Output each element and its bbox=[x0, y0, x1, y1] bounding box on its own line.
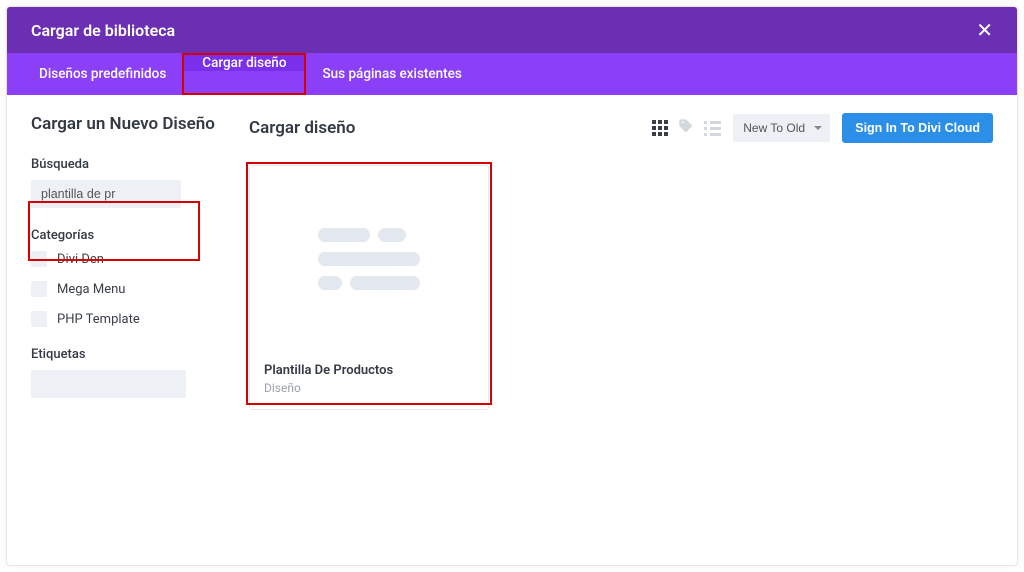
checkbox-icon[interactable] bbox=[31, 311, 47, 327]
close-button[interactable]: ✕ bbox=[976, 20, 993, 40]
checkbox-icon[interactable] bbox=[31, 281, 47, 297]
search-section: Búsqueda bbox=[31, 157, 221, 208]
checkbox-icon[interactable] bbox=[31, 251, 47, 267]
tags-section: Etiquetas bbox=[31, 347, 221, 398]
card-footer: Plantilla De Productos Diseño bbox=[250, 351, 488, 409]
tag-view-icon[interactable] bbox=[678, 118, 694, 138]
categories-label: Categorías bbox=[31, 228, 221, 243]
categories-section: Categorías Divi Den Mega Menu PHP Templa… bbox=[31, 228, 221, 327]
layout-card[interactable]: Plantilla De Productos Diseño bbox=[249, 165, 489, 410]
modal-title: Cargar de biblioteca bbox=[31, 21, 175, 40]
tab-existing-pages[interactable]: Sus páginas existentes bbox=[304, 53, 479, 95]
list-view-icon[interactable] bbox=[704, 121, 721, 136]
sidebar: Cargar un Nuevo Diseño Búsqueda Categorí… bbox=[31, 113, 221, 547]
search-label: Búsqueda bbox=[31, 157, 221, 172]
signin-button[interactable]: Sign In To Divi Cloud bbox=[842, 113, 993, 143]
modal-body: Cargar un Nuevo Diseño Búsqueda Categorí… bbox=[7, 95, 1017, 565]
card-name: Plantilla De Productos bbox=[264, 363, 474, 378]
tags-label: Etiquetas bbox=[31, 347, 221, 362]
sidebar-title: Cargar un Nuevo Diseño bbox=[31, 113, 221, 135]
category-item[interactable]: PHP Template bbox=[31, 311, 221, 327]
category-item[interactable]: Divi Den bbox=[31, 251, 221, 267]
card-type: Diseño bbox=[264, 381, 474, 395]
category-item[interactable]: Mega Menu bbox=[31, 281, 221, 297]
category-label: PHP Template bbox=[57, 312, 140, 327]
sort-select[interactable]: New To Old bbox=[733, 114, 830, 142]
main-area: Cargar diseño bbox=[249, 113, 993, 547]
tab-load-layout[interactable]: Cargar diseño bbox=[184, 55, 304, 71]
category-label: Mega Menu bbox=[57, 282, 125, 297]
grid-view-icon[interactable] bbox=[652, 120, 668, 136]
tab-predefined-layouts[interactable]: Diseños predefinidos bbox=[21, 53, 184, 95]
tabs-bar: Diseños predefinidos Cargar diseño Sus p… bbox=[7, 53, 1017, 95]
tags-input[interactable] bbox=[31, 370, 186, 398]
layout-card-wrap: Plantilla De Productos Diseño bbox=[249, 165, 489, 410]
main-title: Cargar diseño bbox=[249, 118, 355, 138]
card-preview bbox=[250, 166, 488, 351]
view-mode-icons bbox=[652, 118, 721, 138]
modal-header: Cargar de biblioteca ✕ bbox=[7, 7, 1017, 53]
search-input[interactable] bbox=[31, 180, 181, 208]
category-label: Divi Den bbox=[57, 252, 104, 267]
main-controls: New To Old Sign In To Divi Cloud bbox=[652, 113, 993, 143]
main-toolbar: Cargar diseño bbox=[249, 113, 993, 143]
load-library-modal: Cargar de biblioteca ✕ Diseños predefini… bbox=[6, 6, 1018, 566]
